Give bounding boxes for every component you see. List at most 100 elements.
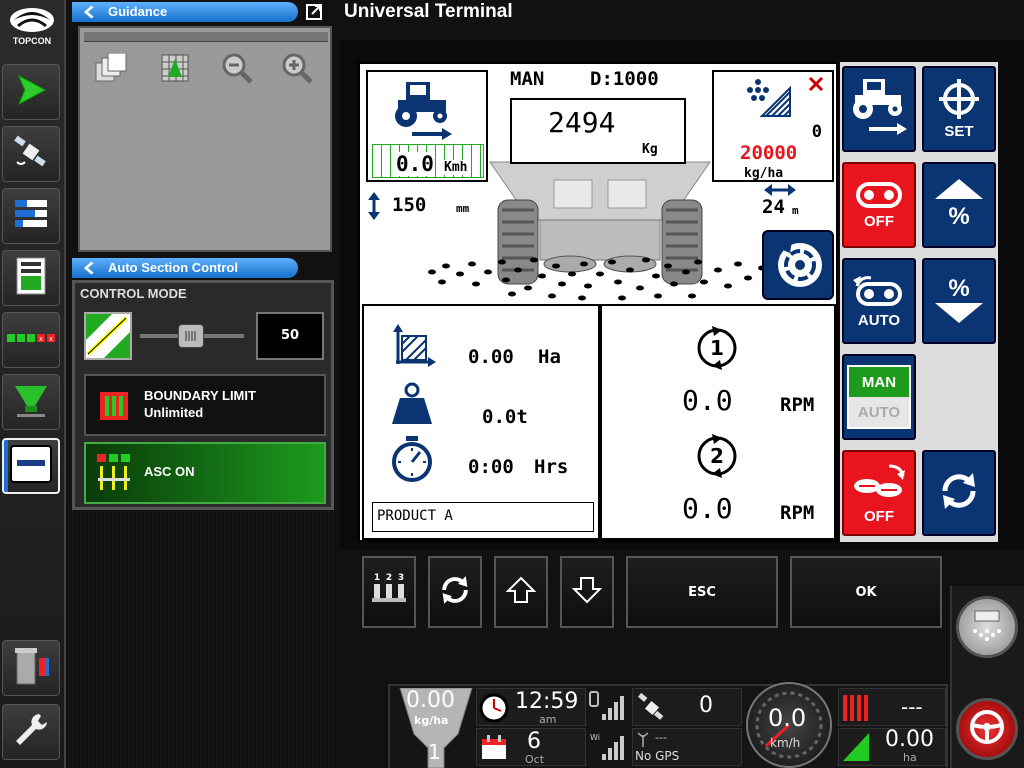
time-unit: Hrs: [534, 456, 569, 478]
empty-panel-area: [66, 510, 336, 768]
auto-label: AUTO: [857, 311, 901, 329]
section-select-key[interactable]: 123: [362, 556, 416, 628]
belt-off-softkey[interactable]: OFF: [842, 162, 916, 248]
gps-status-block[interactable]: --- No GPS: [632, 728, 742, 766]
boundary-limit-button[interactable]: BOUNDARY LIMIT Unlimited: [84, 374, 326, 436]
gps-block[interactable]: 0: [632, 688, 742, 726]
boundary-icon: [98, 388, 130, 426]
product-field[interactable]: PRODUCT A: [372, 502, 594, 532]
guidance-arrow-icon: [13, 72, 49, 112]
logo-text: TOPCON: [12, 36, 52, 46]
refresh-softkey[interactable]: [922, 450, 996, 536]
asc-panel-header: Auto Section Control: [72, 258, 332, 278]
ut-data-mask: 0.0 Kmh MAN D:1000 2494 Kg 0 20000 kg/ha…: [358, 62, 838, 542]
asc-on-button[interactable]: ASC ON: [84, 442, 326, 504]
area-unit: Ha: [538, 346, 561, 368]
sidebar-spreader-button[interactable]: [2, 374, 60, 430]
spreader-master-button[interactable]: [956, 596, 1018, 658]
sidebar-gps-button[interactable]: [2, 126, 60, 182]
sections-red-icon: [841, 693, 871, 727]
rate-indicator[interactable]: 0.00 kg/ha 1: [396, 688, 476, 768]
control-mode-label: CONTROL MODE: [80, 286, 187, 301]
gps-satellite-icon: [635, 691, 669, 729]
svg-text:x: x: [39, 335, 43, 343]
tractor-speed-softkey[interactable]: [842, 66, 916, 152]
width-value: 24: [762, 196, 785, 218]
asc-header[interactable]: Auto Section Control: [72, 258, 298, 278]
date-month: Oct: [525, 753, 545, 766]
sidebar-settings-button[interactable]: [2, 704, 60, 760]
rate-actual: 0: [811, 122, 822, 142]
speed-unit: km/h: [770, 736, 801, 750]
tractor-speed-icon: [388, 78, 458, 146]
spreader-funnel-icon: [11, 380, 51, 424]
control-mode-icon[interactable]: [84, 312, 132, 360]
arrow-down-outline-icon: [571, 575, 603, 609]
sidebar-ut-button[interactable]: [2, 438, 60, 494]
svg-text:x: x: [49, 335, 53, 343]
guidance-header[interactable]: Guidance: [72, 2, 298, 22]
overlap-value: 50: [256, 312, 324, 360]
overlap-slider-thumb[interactable]: [178, 324, 204, 348]
page-up-key[interactable]: [494, 556, 548, 628]
conveyor-icon: [855, 181, 903, 213]
boundary-limit-value: Unlimited: [144, 405, 204, 420]
weight-box: 2494 Kg: [510, 98, 686, 164]
disc2-icon: 2: [694, 434, 740, 482]
date-day: 6: [527, 729, 541, 754]
percent-down-label: %: [948, 275, 970, 302]
area-block: 0.00 ha: [838, 727, 946, 766]
sidebar-guidance-button[interactable]: [2, 64, 60, 120]
man-auto-softkey[interactable]: MAN AUTO: [842, 354, 916, 440]
area-value: 0.00: [468, 346, 514, 368]
topcon-logo: TOPCON: [4, 2, 60, 48]
collapse-arrow-icon[interactable]: [84, 5, 94, 19]
set-label: SET: [944, 122, 974, 140]
spread-pattern-button[interactable]: [762, 230, 834, 300]
crosshair-icon: [939, 78, 979, 123]
esc-key[interactable]: ESC: [626, 556, 778, 628]
tractor-icon: [847, 77, 911, 141]
disc2-rpm-unit: RPM: [780, 502, 815, 524]
rate-unit: kg/ha: [744, 166, 784, 181]
speed-box: 0.0 Kmh: [366, 70, 488, 182]
cycle-key[interactable]: [428, 556, 482, 628]
page-down-key[interactable]: [560, 556, 614, 628]
sidebar-sections-button[interactable]: xx: [2, 312, 60, 368]
sidebar-implement-button[interactable]: [2, 250, 60, 306]
set-softkey[interactable]: SET: [922, 66, 996, 152]
rate-value: 0.00: [406, 688, 455, 713]
disc2-rpm: 0.0: [682, 492, 733, 525]
clock-ampm: am: [539, 713, 557, 726]
area-icon: [392, 324, 436, 372]
zoom-in-icon[interactable]: [278, 50, 316, 86]
disc-off-softkey[interactable]: OFF: [842, 450, 916, 536]
collapse-arrow-icon[interactable]: [84, 261, 94, 275]
sidebar-delete-button[interactable]: [2, 640, 60, 696]
expand-window-icon[interactable]: [304, 2, 326, 22]
zoom-out-icon[interactable]: [218, 50, 256, 86]
wrench-icon: [11, 710, 51, 754]
ok-key[interactable]: OK: [790, 556, 942, 628]
trash-icon: [11, 644, 51, 692]
asc-sections-icon: [96, 452, 132, 500]
height-icon: [366, 192, 382, 224]
rate-up-softkey[interactable]: %: [922, 162, 996, 248]
ok-label: OK: [855, 584, 877, 600]
rate-down-softkey[interactable]: %: [922, 258, 996, 344]
grid-map-icon[interactable]: [156, 50, 194, 86]
conveyor-auto-icon: [853, 274, 905, 312]
autosteer-button[interactable]: [956, 698, 1018, 760]
svg-text:Wi: Wi: [590, 733, 600, 742]
main-sidebar: TOPCON xx: [0, 0, 66, 768]
active-indicator: [4, 440, 8, 492]
asc-title: Auto Section Control: [108, 260, 238, 275]
sidebar-layers-button[interactable]: [2, 188, 60, 244]
layers-icon[interactable]: [92, 50, 130, 86]
disc1-rpm-unit: RPM: [780, 394, 815, 416]
arrow-up-outline-icon: [505, 575, 537, 609]
esc-label: ESC: [688, 584, 716, 600]
universal-terminal-icon: [9, 444, 53, 488]
belt-auto-softkey[interactable]: AUTO: [842, 258, 916, 344]
rotate-arrows-icon: [937, 469, 981, 517]
